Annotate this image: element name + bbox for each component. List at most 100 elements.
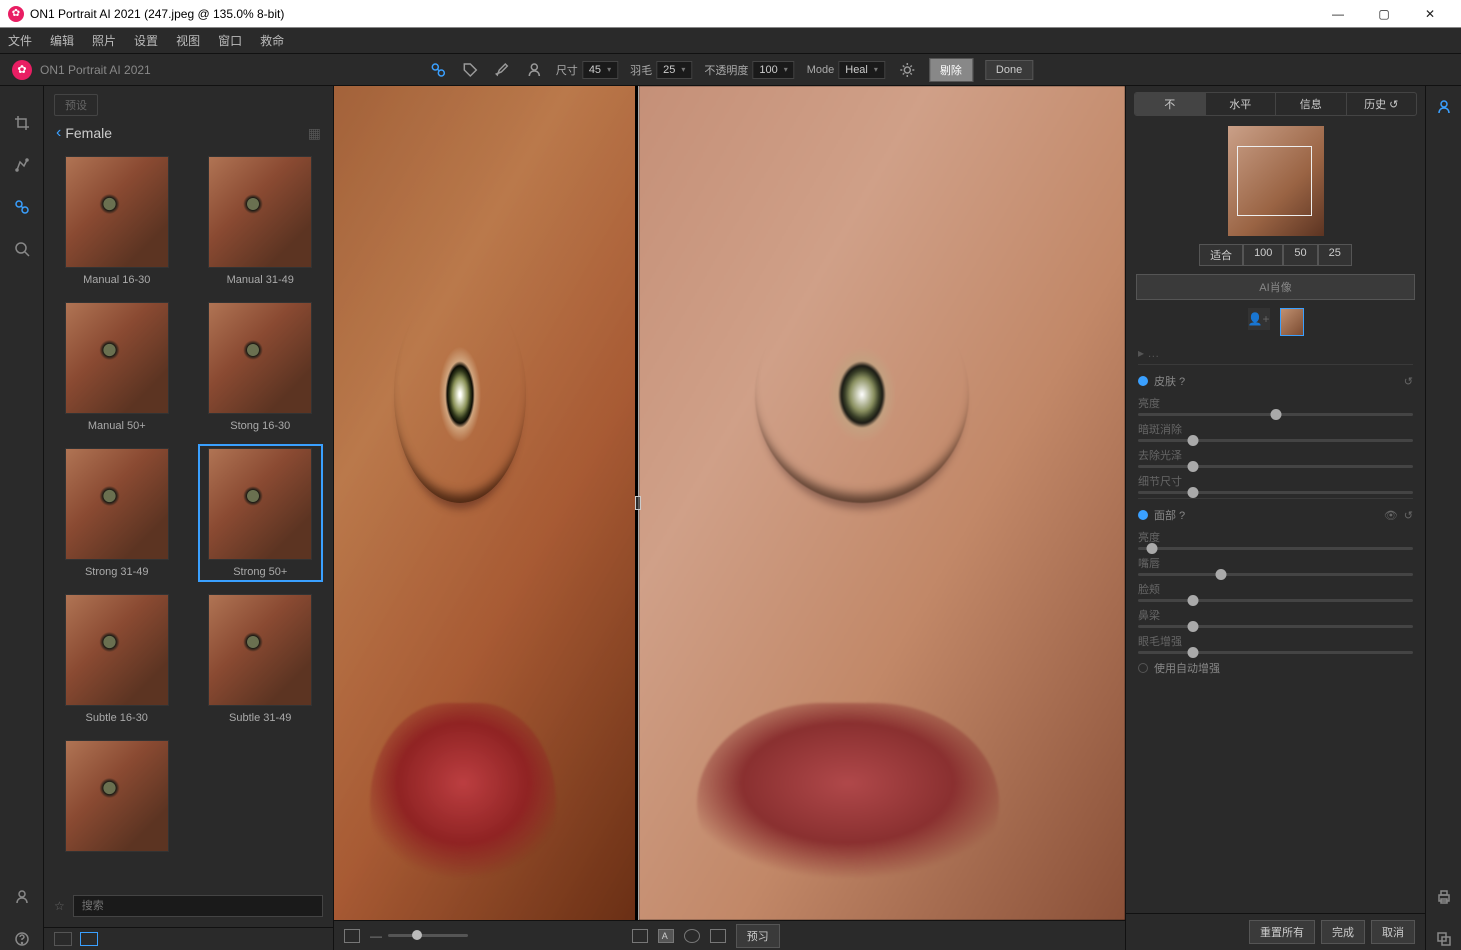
- slider[interactable]: [1138, 625, 1413, 628]
- slider[interactable]: [1138, 413, 1413, 416]
- canvas-toolbar: — A 预习: [334, 920, 1125, 950]
- zoom-100[interactable]: 100: [1243, 244, 1283, 266]
- clear-button[interactable]: 剔除: [929, 58, 973, 82]
- slider[interactable]: [1138, 599, 1413, 602]
- menu-edit[interactable]: 编辑: [50, 32, 74, 49]
- panel-done-button[interactable]: 完成: [1321, 920, 1365, 944]
- preset-search-input[interactable]: [73, 895, 323, 917]
- zoom-buttons: 适合 100 50 25: [1126, 244, 1425, 266]
- app-badge-icon: ✿: [12, 60, 32, 80]
- section-toggle-icon[interactable]: [1138, 376, 1148, 386]
- print-icon[interactable]: [1433, 886, 1455, 908]
- reset-all-button[interactable]: 重置所有: [1249, 920, 1315, 944]
- zoom-50[interactable]: 50: [1283, 244, 1317, 266]
- compare-splitter[interactable]: [635, 86, 641, 920]
- section-toggle-icon[interactable]: [1138, 510, 1148, 520]
- menu-settings[interactable]: 设置: [134, 32, 158, 49]
- slider[interactable]: [1138, 573, 1413, 576]
- reset-chip[interactable]: 预设: [54, 94, 98, 116]
- feather-dropdown[interactable]: 羽毛 25: [630, 61, 692, 79]
- slider[interactable]: [1138, 651, 1413, 654]
- view-single-icon[interactable]: [632, 929, 648, 943]
- portrait-tool-icon[interactable]: [11, 196, 33, 218]
- slider[interactable]: [1138, 547, 1413, 550]
- view-split-icon[interactable]: A: [658, 929, 674, 943]
- done-button[interactable]: Done: [985, 60, 1033, 80]
- zoom-icon[interactable]: [11, 238, 33, 260]
- preset-item[interactable]: Manual 50+: [54, 298, 180, 436]
- add-face-icon[interactable]: 👤+: [1248, 308, 1270, 330]
- zoom-slider[interactable]: —: [370, 929, 468, 943]
- mode-dropdown[interactable]: Mode Heal: [807, 61, 885, 79]
- preset-item[interactable]: Subtle 16-30: [54, 590, 180, 728]
- image-canvas[interactable]: [334, 86, 1125, 920]
- zoom-fit[interactable]: 适合: [1199, 244, 1243, 266]
- preset-item[interactable]: Strong 31-49: [54, 444, 180, 582]
- person-panel-icon[interactable]: [1433, 96, 1455, 118]
- grid-icon[interactable]: ▦: [308, 125, 321, 142]
- tab-nav[interactable]: 不: [1135, 93, 1206, 115]
- preset-item[interactable]: Subtle 31-49: [198, 590, 324, 728]
- maximize-button[interactable]: ▢: [1361, 0, 1407, 28]
- gear-icon[interactable]: [897, 60, 917, 80]
- slider-label: 亮度: [1138, 529, 1192, 545]
- zoom-25[interactable]: 25: [1318, 244, 1352, 266]
- preview-button[interactable]: 预习: [736, 924, 780, 948]
- brush-tool-icon[interactable]: [492, 60, 512, 80]
- user-icon[interactable]: [11, 886, 33, 908]
- view-mode-1[interactable]: [54, 932, 72, 946]
- help-icon[interactable]: [11, 928, 33, 950]
- reset-icon[interactable]: ↺: [1404, 375, 1413, 388]
- reset-icon[interactable]: ↺: [1404, 509, 1413, 522]
- menu-file[interactable]: 文件: [8, 32, 32, 49]
- layers-icon[interactable]: [1433, 928, 1455, 950]
- slider-label: 嘴唇: [1138, 555, 1192, 571]
- fit-icon[interactable]: [344, 929, 360, 943]
- preset-item[interactable]: Strong 50+: [198, 444, 324, 582]
- menu-view[interactable]: 视图: [176, 32, 200, 49]
- preset-label: Stong 16-30: [230, 420, 290, 432]
- radio-icon[interactable]: [1138, 663, 1148, 673]
- section-title: 面部 ?: [1154, 507, 1378, 523]
- preset-item[interactable]: Manual 16-30: [54, 152, 180, 290]
- favorite-icon[interactable]: ☆: [54, 899, 65, 913]
- tab-info[interactable]: 信息: [1276, 93, 1347, 115]
- tab-level[interactable]: 水平: [1206, 93, 1277, 115]
- view-mask-icon[interactable]: [684, 929, 700, 943]
- face-thumbnail[interactable]: [1280, 308, 1304, 336]
- tag-tool-icon[interactable]: [460, 60, 480, 80]
- tab-history[interactable]: 历史 ↺: [1347, 93, 1417, 115]
- opacity-dropdown[interactable]: 不透明度 100: [704, 61, 794, 79]
- cancel-button[interactable]: 取消: [1371, 920, 1415, 944]
- link-tool-icon[interactable]: [428, 60, 448, 80]
- slider-label: 亮度: [1138, 395, 1192, 411]
- view-grid-icon[interactable]: [710, 929, 726, 943]
- preset-item[interactable]: Stong 16-30: [198, 298, 324, 436]
- ai-portrait-button[interactable]: AI肖像: [1136, 274, 1415, 300]
- navigator-thumbnail[interactable]: [1228, 126, 1324, 236]
- preset-item[interactable]: [54, 736, 180, 862]
- menu-window[interactable]: 窗口: [218, 32, 242, 49]
- person-tool-icon[interactable]: [524, 60, 544, 80]
- close-button[interactable]: ✕: [1407, 0, 1453, 28]
- splitter-handle-icon[interactable]: [635, 496, 641, 510]
- presets-category-label: Female: [65, 125, 112, 141]
- menubar: 文件 编辑 照片 设置 视图 窗口 救命: [0, 28, 1461, 54]
- slider[interactable]: [1138, 439, 1413, 442]
- slider[interactable]: [1138, 491, 1413, 494]
- presets-header[interactable]: ‹ Female ▦: [44, 116, 333, 146]
- visibility-icon[interactable]: 👁: [1384, 509, 1398, 522]
- preset-label: Strong 50+: [233, 566, 287, 578]
- slider[interactable]: [1138, 465, 1413, 468]
- slider-label: 眼毛增强: [1138, 633, 1192, 649]
- panel-tabs: 不 水平 信息 历史 ↺: [1134, 92, 1417, 116]
- chevron-left-icon[interactable]: ‹: [56, 124, 61, 142]
- size-dropdown[interactable]: 尺寸 45: [556, 61, 618, 79]
- preset-item[interactable]: Manual 31-49: [198, 152, 324, 290]
- minimize-button[interactable]: —: [1315, 0, 1361, 28]
- crop-icon[interactable]: [11, 112, 33, 134]
- menu-help[interactable]: 救命: [260, 32, 284, 49]
- adjust-icon[interactable]: [11, 154, 33, 176]
- view-mode-2[interactable]: [80, 932, 98, 946]
- menu-photo[interactable]: 照片: [92, 32, 116, 49]
